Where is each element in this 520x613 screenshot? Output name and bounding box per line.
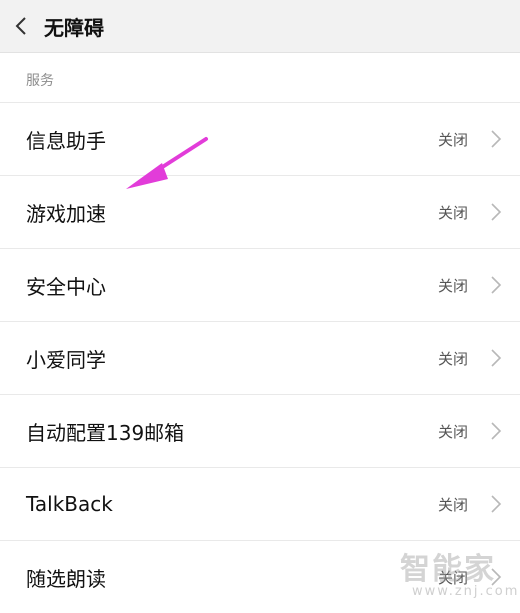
- services-list: 信息助手 关闭 游戏加速 关闭 安全中心 关闭 小爱同学 关闭 自动配置139邮…: [0, 102, 520, 613]
- list-item-status: 关闭: [438, 276, 469, 295]
- list-item-select-to-speak[interactable]: 随选朗读 关闭: [0, 540, 520, 613]
- section-label-services: 服务: [26, 73, 54, 89]
- list-item-label: 安全中心: [26, 274, 106, 299]
- list-item-status: 关闭: [438, 495, 469, 514]
- page-title: 无障碍: [44, 15, 104, 40]
- chevron-right-icon: [491, 422, 502, 440]
- top-bar: 无障碍: [0, 0, 520, 53]
- back-button[interactable]: [12, 17, 30, 35]
- list-item-label: TalkBack: [26, 492, 113, 516]
- chevron-right-icon: [491, 203, 502, 221]
- list-item-status: 关闭: [438, 568, 469, 587]
- chevron-right-icon: [491, 495, 502, 513]
- list-item-talkback[interactable]: TalkBack 关闭: [0, 467, 520, 540]
- list-item-label: 小爱同学: [26, 347, 106, 372]
- list-item-status: 关闭: [438, 130, 469, 149]
- chevron-right-icon: [491, 349, 502, 367]
- list-item-label: 信息助手: [26, 128, 106, 153]
- list-item-status: 关闭: [438, 422, 469, 441]
- list-item-security-center[interactable]: 安全中心 关闭: [0, 248, 520, 321]
- list-item-139-mail[interactable]: 自动配置139邮箱 关闭: [0, 394, 520, 467]
- list-item-status: 关闭: [438, 349, 469, 368]
- chevron-right-icon: [491, 130, 502, 148]
- chevron-right-icon: [491, 568, 502, 586]
- list-item-label: 随选朗读: [26, 566, 106, 591]
- list-item-xiaoai[interactable]: 小爱同学 关闭: [0, 321, 520, 394]
- list-item-label: 自动配置139邮箱: [26, 420, 185, 445]
- back-chevron-icon: [15, 17, 26, 35]
- list-item-info-assistant[interactable]: 信息助手 关闭: [0, 102, 520, 175]
- chevron-right-icon: [491, 276, 502, 294]
- list-item-game-boost[interactable]: 游戏加速 关闭: [0, 175, 520, 248]
- list-item-label: 游戏加速: [26, 201, 106, 226]
- list-item-status: 关闭: [438, 203, 469, 222]
